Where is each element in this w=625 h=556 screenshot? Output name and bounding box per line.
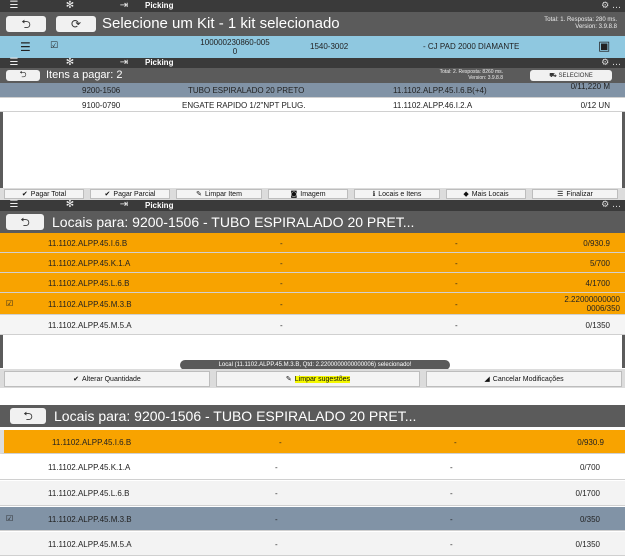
back-button[interactable]: ⮌: [10, 408, 46, 424]
change-quantity-button[interactable]: ✔ Alterar Quantidade: [4, 371, 210, 387]
system-bar: ☰ ✻ ⇥ Picking ⚙ …: [0, 0, 625, 12]
check-icon: ✔: [104, 190, 111, 198]
locations-items-button[interactable]: ℹ Locais e Itens: [354, 189, 440, 199]
select-button[interactable]: ⛟ SELECIONE: [530, 70, 612, 81]
pay-partial-button[interactable]: ✔ Pagar Parcial: [90, 189, 170, 199]
more-icon[interactable]: ⚙ …: [601, 200, 621, 211]
settings-icon[interactable]: ✻: [62, 58, 78, 68]
menu-icon[interactable]: ☰: [6, 58, 22, 68]
cart-icon: ⛟: [549, 72, 557, 79]
table-row[interactable]: 11.1102.ALPP.45.K.1.A - - 0/700: [0, 455, 625, 480]
back-button[interactable]: ⮌: [6, 70, 40, 81]
title-bar: ⮌ Itens a pagar: 2 Total: 2. Resposta: 8…: [0, 68, 625, 83]
back-button[interactable]: ⮌: [6, 214, 44, 230]
table-row[interactable]: 11.1102.ALPP.45.M.5.A - - 0/1350: [0, 532, 625, 556]
system-bar: ☰ ✻ ⇥ Picking ⚙ …: [0, 58, 625, 68]
table-row[interactable]: 11.1102.ALPP.45.I.6.B - - 0/930.9: [0, 233, 625, 253]
back-button[interactable]: ⮌: [6, 16, 46, 32]
image-button[interactable]: ◙ Imagem: [268, 189, 348, 199]
app-title: Picking: [145, 58, 174, 67]
more-icon[interactable]: ⚙ …: [601, 0, 621, 12]
eraser-icon: ◢: [484, 375, 490, 383]
exit-icon[interactable]: ⇥: [116, 1, 132, 11]
brush-icon: ✎: [196, 190, 202, 198]
system-bar: ☰ ✻ ⇥ Picking ⚙ …: [0, 200, 625, 211]
title-bar: ⮌ Locais para: 9200-1506 - TUBO ESPIRALA…: [0, 211, 625, 233]
settings-icon[interactable]: ✻: [62, 1, 78, 11]
package-icon[interactable]: ▣: [598, 39, 610, 54]
info-icon: ℹ: [372, 190, 376, 198]
app-title: Picking: [145, 1, 174, 10]
check-icon: ✔: [73, 375, 80, 383]
title-bar: ⮌ ⟳ Selecione um Kit - 1 kit selecionado…: [0, 12, 625, 36]
brush-icon: ✎: [285, 375, 292, 383]
checkbox-icon[interactable]: ☑: [6, 299, 13, 308]
finish-button[interactable]: ☰ Finalizar: [532, 189, 618, 199]
more-icon[interactable]: ⚙ …: [601, 58, 621, 68]
action-bar: ✔ Pagar Total ✔ Pagar Parcial ✎ Limpar Item…: [0, 188, 625, 200]
table-row[interactable]: 11.1102.ALPP.45.L.6.B - - 4/1700: [0, 273, 625, 293]
clear-item-button[interactable]: ✎ Limpar Item: [176, 189, 262, 199]
page-title: Selecione um Kit - 1 kit selecionado: [102, 15, 340, 32]
table-row[interactable]: 9100-0790 ENGATE RAPIDO 1/2"NPT PLUG. 11…: [0, 98, 625, 112]
more-locations-button[interactable]: ◆ Mais Locais: [446, 189, 526, 199]
menu-icon[interactable]: ☰: [6, 1, 22, 11]
response-meta: Total: 2. Resposta: 8260 ms. Version: 3.9…: [439, 69, 503, 81]
checkbox-icon[interactable]: ☑: [50, 41, 58, 51]
kit-ref: 1540-3002: [310, 42, 349, 51]
kit-row[interactable]: ☰ ☑ 100000230860-005 0 1540-3002 - CJ PAD…: [0, 36, 625, 58]
exit-icon[interactable]: ⇥: [116, 200, 132, 210]
table-row[interactable]: 11.1102.ALPP.45.M.5.A - - 0/1350: [0, 315, 625, 335]
page-title: Itens a pagar: 2: [46, 69, 123, 81]
app-title: Picking: [145, 201, 174, 210]
refresh-button[interactable]: ⟳: [56, 16, 96, 32]
clear-suggestions-button[interactable]: ✎ Limpar sugestões: [216, 371, 420, 387]
page-title: Locais para: 9200-1506 - TUBO ESPIRALADO…: [52, 214, 415, 230]
cancel-changes-button[interactable]: ◢ Cancelar Modificações: [426, 371, 622, 387]
table-row[interactable]: ☑ 11.1102.ALPP.45.M.3.B - - 0/350: [0, 507, 625, 531]
kit-description: - CJ PAD 2000 DIAMANTE: [423, 42, 520, 51]
table-row[interactable]: ☑ 11.1102.ALPP.45.M.3.B - - 2.2200000000…: [0, 293, 625, 315]
list-icon[interactable]: ☰: [20, 40, 31, 54]
items-list-empty-area: [0, 112, 625, 188]
response-meta: Total: 1. Resposta: 280 ms. Version: 3.9.…: [544, 17, 617, 30]
title-bar: ⮌ Locais para: 9200-1506 - TUBO ESPIRALA…: [0, 405, 625, 427]
menu-icon[interactable]: ☰: [6, 200, 22, 210]
camera-icon: ◙: [290, 190, 298, 198]
table-row[interactable]: 11.1102.ALPP.45.K.1.A - - 5/700: [0, 253, 625, 273]
table-row[interactable]: 11.1102.ALPP.45.I.6.B - - 0/930.9: [0, 430, 625, 454]
action-bar: ✔ Alterar Quantidade ✎ Limpar sugestões ◢ C…: [0, 369, 625, 388]
check-icon: ✔: [21, 190, 28, 198]
page-title: Locais para: 9200-1506 - TUBO ESPIRALADO…: [54, 408, 417, 424]
pay-total-button[interactable]: ✔ Pagar Total: [4, 189, 84, 199]
settings-icon[interactable]: ✻: [62, 200, 78, 210]
checkbox-icon[interactable]: ☑: [6, 514, 13, 523]
kit-code: 100000230860-005 0: [200, 38, 270, 56]
table-row[interactable]: 11.1102.ALPP.45.L.6.B - - 0/1700: [0, 481, 625, 506]
stack-icon: ☰: [557, 190, 564, 198]
exit-icon[interactable]: ⇥: [116, 58, 132, 68]
table-row[interactable]: 9200-1506 TUBO ESPIRALADO 20 PRETO 11.11…: [0, 83, 625, 98]
pin-icon: ◆: [463, 190, 469, 198]
